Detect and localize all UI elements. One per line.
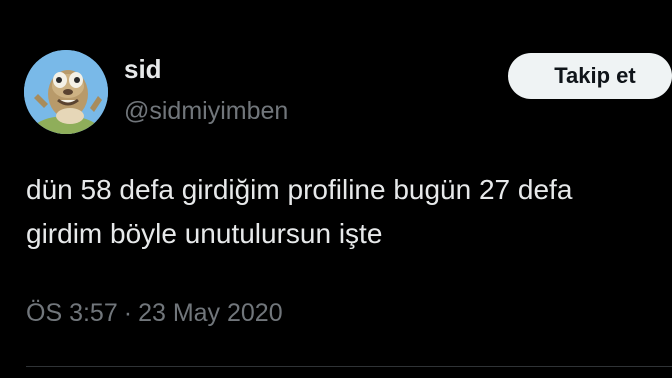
follow-button[interactable]: Takip et <box>508 53 672 99</box>
tweet-card: sid @sidmiyimben Takip et dün 58 defa gi… <box>0 0 672 378</box>
display-name[interactable]: sid <box>124 54 162 84</box>
tweet-time[interactable]: ÖS 3:57 <box>26 299 118 327</box>
divider <box>26 366 672 367</box>
user-handle[interactable]: @sidmiyimben <box>124 96 288 126</box>
avatar[interactable] <box>24 50 108 134</box>
tweet-date[interactable]: 23 May 2020 <box>138 299 283 327</box>
meta-separator: · <box>123 299 133 327</box>
sloth-avatar-icon <box>24 50 108 134</box>
tweet-text: dün 58 defa girdiğim profiline bugün 27 … <box>26 174 573 249</box>
tweet-timestamp: ÖS 3:57 · 23 May 2020 <box>26 296 283 330</box>
